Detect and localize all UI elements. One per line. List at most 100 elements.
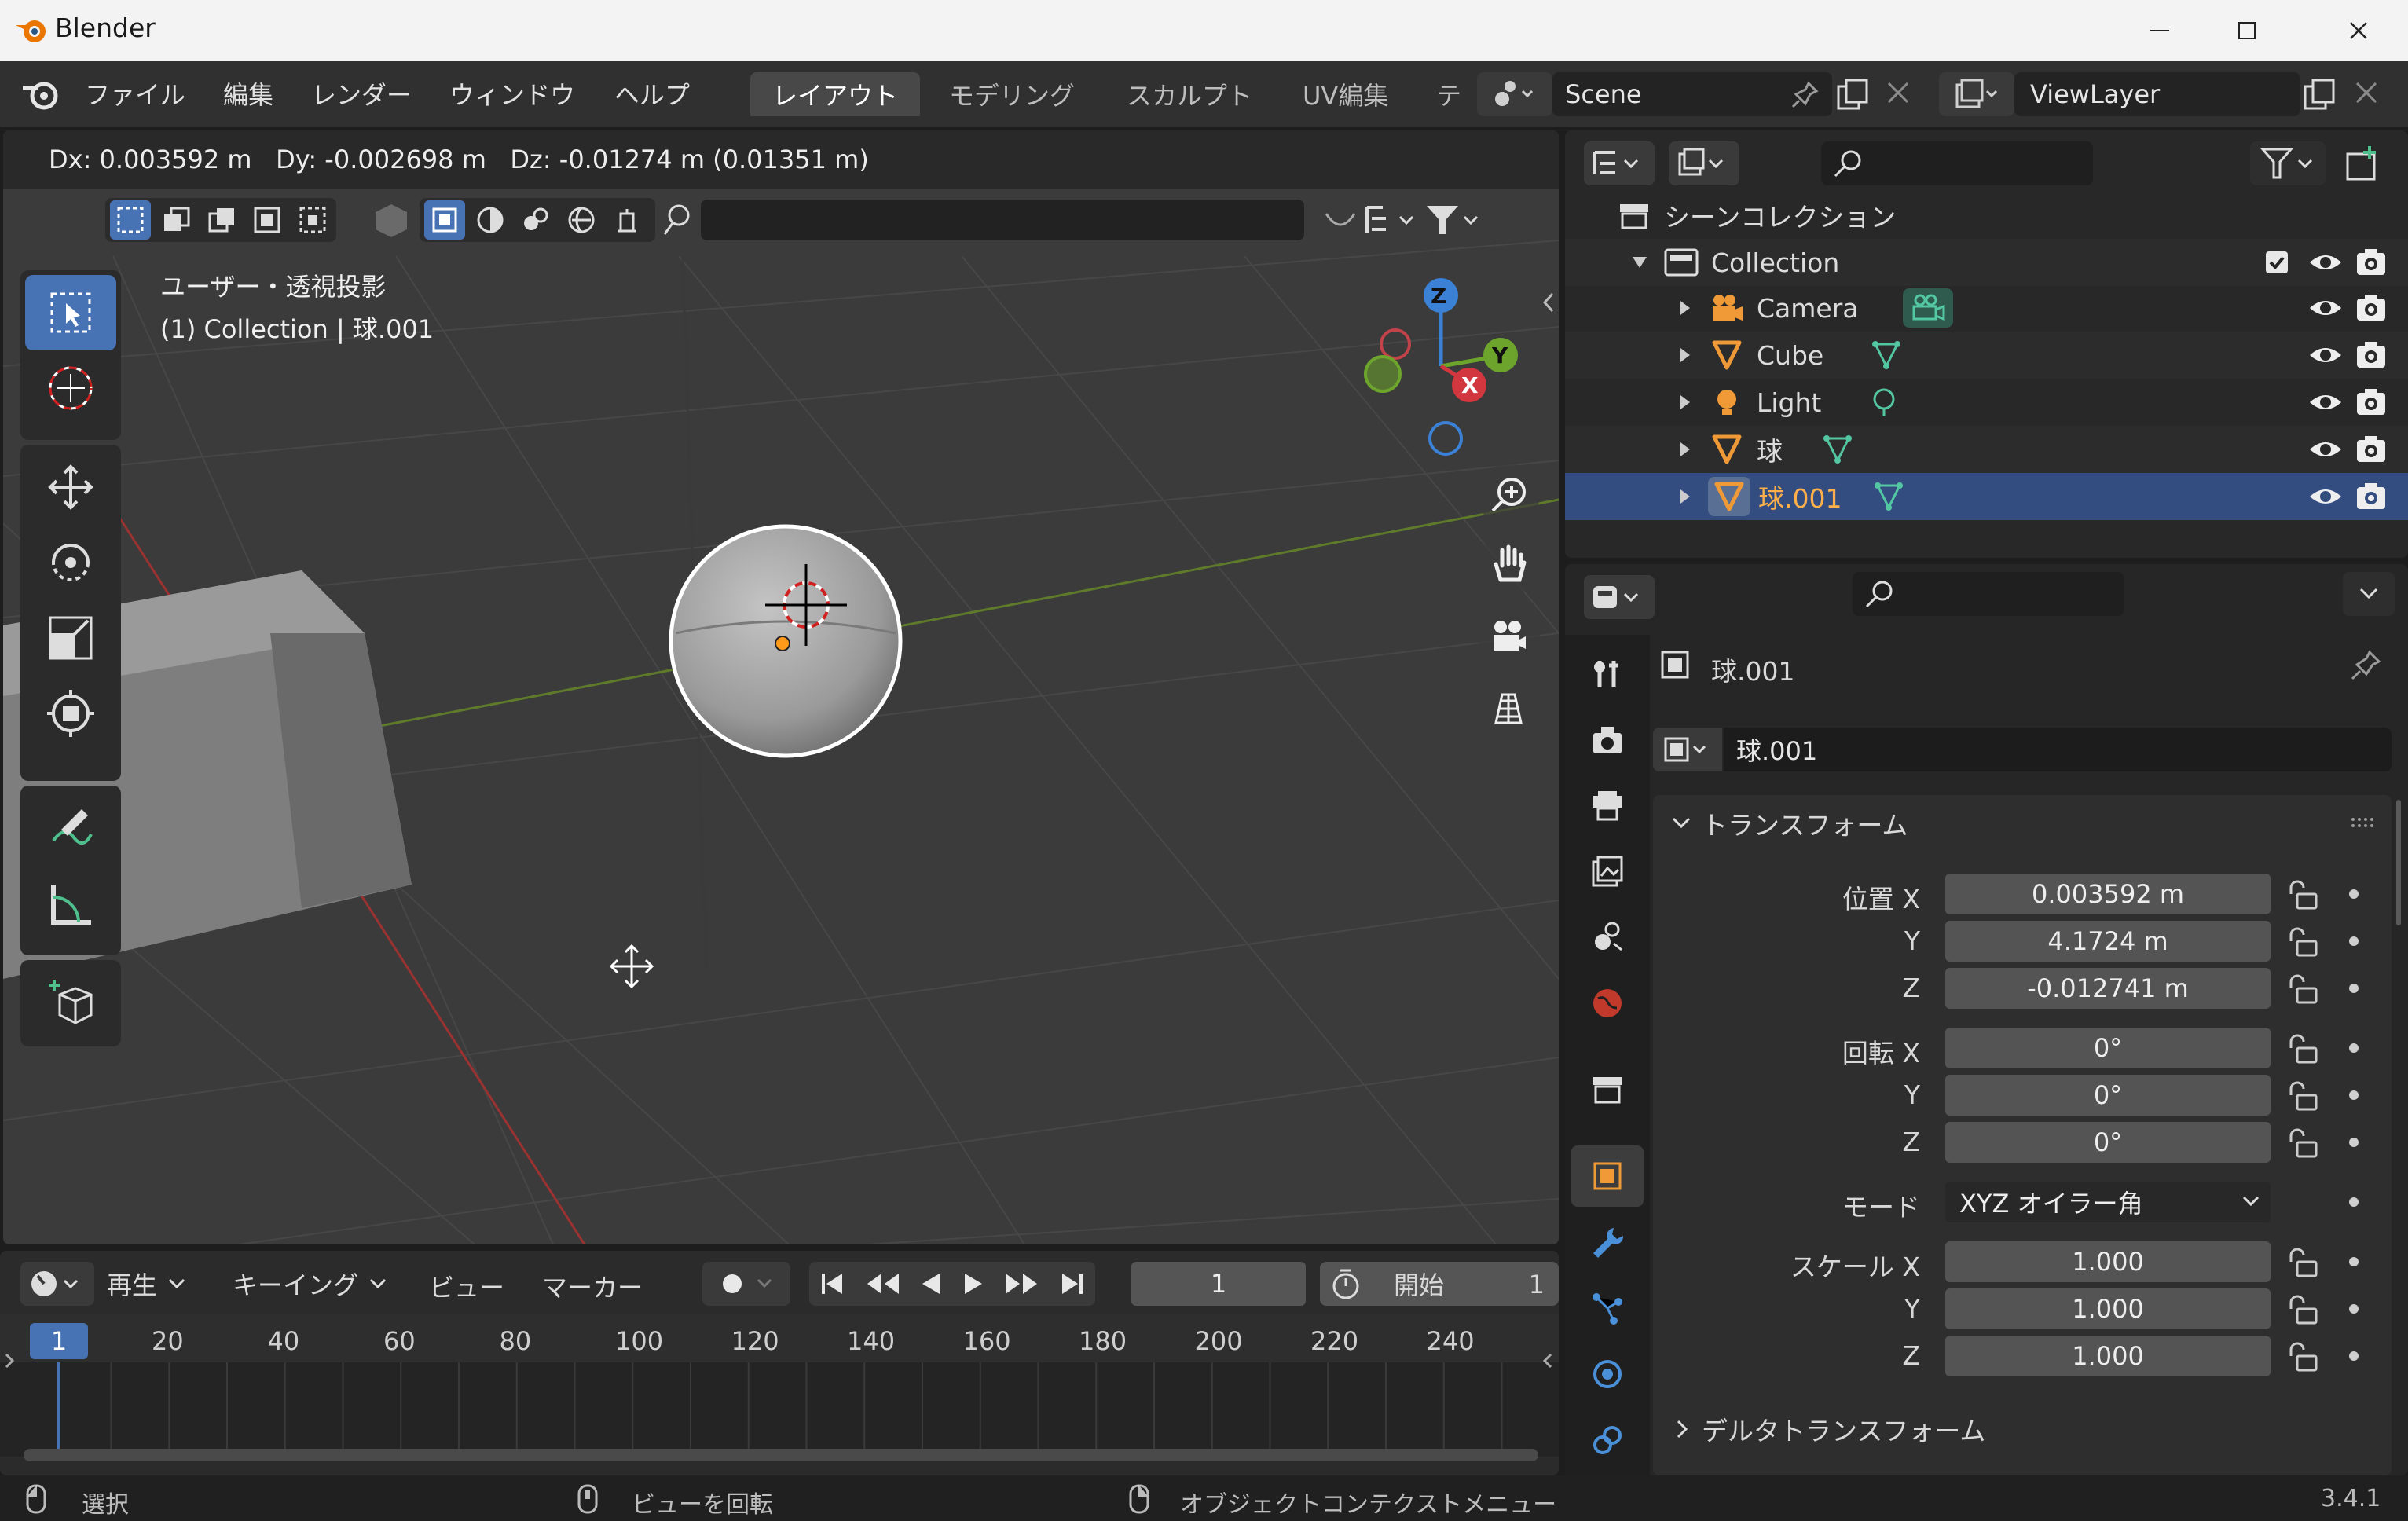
rotation-x-field[interactable]: 0° <box>1945 1028 2271 1068</box>
timeline-menu-playback[interactable]: 再生 <box>107 1262 217 1306</box>
add-cube-tool[interactable] <box>25 965 116 1040</box>
outliner-row-sphere-001[interactable]: 球.001 <box>1565 473 2408 520</box>
visibility-eye-icon[interactable] <box>2308 341 2343 369</box>
playhead-frame-badge[interactable]: 1 <box>30 1323 88 1359</box>
outliner-row-light[interactable]: Light <box>1565 379 2408 426</box>
camera-data-icon[interactable] <box>1902 288 1953 328</box>
tab-more[interactable]: テ <box>1414 72 1483 116</box>
timeline-menu-marker[interactable]: マーカー <box>542 1268 643 1304</box>
tab-modifiers[interactable] <box>1571 1211 1644 1273</box>
blender-menu-icon[interactable] <box>20 77 60 112</box>
tab-constraints[interactable] <box>1571 1409 1644 1471</box>
expand-right-icon[interactable] <box>1675 299 1695 317</box>
keyframe-dot[interactable] <box>2349 936 2359 946</box>
menu-render[interactable]: レンダー <box>311 75 412 112</box>
keyframe-dot[interactable] <box>2349 1257 2359 1266</box>
select-invert-icon[interactable] <box>247 200 288 240</box>
tab-sculpt[interactable]: スカルプト <box>1105 72 1274 116</box>
lock-icon[interactable] <box>2286 1128 2321 1158</box>
prev-keyframe-icon[interactable] <box>864 1270 900 1297</box>
menu-window[interactable]: ウィンドウ <box>449 75 575 112</box>
lock-icon[interactable] <box>2286 1295 2321 1325</box>
scale-z-field[interactable]: 1.000 <box>1945 1336 2271 1376</box>
select-subtract-icon[interactable] <box>201 200 242 240</box>
lock-icon[interactable] <box>2286 1034 2321 1064</box>
current-frame-field[interactable]: 1 <box>1131 1262 1306 1306</box>
gizmo-toggle-icon[interactable] <box>607 200 647 240</box>
visibility-eye-icon[interactable] <box>2308 294 2343 322</box>
properties-editor-type-button[interactable] <box>1584 575 1655 619</box>
render-camera-icon[interactable] <box>2355 247 2387 278</box>
3d-viewport[interactable]: Dx: 0.003592 m Dy: -0.002698 m Dz: -0.01… <box>3 130 1559 1244</box>
viewport-search-input[interactable] <box>701 200 1304 240</box>
frame-start-field[interactable]: 開始 1 <box>1320 1262 1559 1306</box>
expand-right-icon[interactable] <box>1675 488 1695 505</box>
viewlayer-browse-button[interactable] <box>1939 72 2014 116</box>
collapse-left-icon[interactable] <box>1541 1351 1554 1370</box>
location-y-field[interactable]: 4.1724 m <box>1945 921 2271 962</box>
scene-unlink-icon[interactable] <box>1886 80 1911 105</box>
tab-particles[interactable] <box>1571 1277 1644 1339</box>
transform-tool[interactable] <box>25 676 116 751</box>
mesh-data-icon[interactable] <box>1871 339 1902 371</box>
filter-icon[interactable] <box>1424 201 1483 239</box>
collapse-sidebar-icon[interactable] <box>1541 291 1557 314</box>
render-camera-icon[interactable] <box>2355 481 2387 512</box>
close-button[interactable] <box>2302 0 2408 61</box>
menu-help[interactable]: ヘルプ <box>614 75 690 112</box>
pan-button[interactable] <box>1477 533 1540 596</box>
exclude-checkbox-icon[interactable] <box>2264 250 2289 275</box>
render-camera-icon[interactable] <box>2355 434 2387 465</box>
keyframe-dot[interactable] <box>2349 1304 2359 1314</box>
tab-physics[interactable] <box>1571 1343 1644 1405</box>
scene-browse-button[interactable] <box>1477 72 1552 116</box>
play-icon[interactable] <box>962 1270 985 1297</box>
keyframe-dot[interactable] <box>2349 1197 2359 1207</box>
keyframe-dot[interactable] <box>2349 889 2359 899</box>
scale-tool[interactable] <box>25 600 116 676</box>
tab-layout[interactable]: レイアウト <box>750 72 921 116</box>
scale-x-field[interactable]: 1.000 <box>1945 1241 2271 1282</box>
auto-keying-button[interactable] <box>702 1262 790 1306</box>
outliner-row-scene-collection[interactable]: シーンコレクション <box>1565 192 2408 239</box>
shading-wireframe-icon[interactable] <box>424 200 465 240</box>
rotate-tool[interactable] <box>25 525 116 600</box>
render-camera-icon[interactable] <box>2355 292 2387 324</box>
camera-view-button[interactable] <box>1477 605 1540 668</box>
scale-y-field[interactable]: 1.000 <box>1945 1288 2271 1329</box>
lock-icon[interactable] <box>2286 1342 2321 1372</box>
mesh-data-icon[interactable] <box>1873 481 1904 512</box>
lock-icon[interactable] <box>2286 927 2321 957</box>
zoom-button[interactable] <box>1477 464 1540 526</box>
viewlayer-unlink-icon[interactable] <box>2354 80 2379 105</box>
tab-world[interactable] <box>1571 973 1644 1034</box>
keyframe-dot[interactable] <box>2349 1043 2359 1053</box>
proportional-edit-icon[interactable] <box>1321 201 1359 239</box>
render-camera-icon[interactable] <box>2355 339 2387 371</box>
timeline-track-area[interactable] <box>0 1362 1559 1457</box>
keyframe-dot[interactable] <box>2349 1351 2359 1361</box>
outliner-row-camera[interactable]: Camera <box>1565 284 2408 332</box>
keyframe-dot[interactable] <box>2349 984 2359 993</box>
location-x-field[interactable]: 0.003592 m <box>1945 874 2271 914</box>
move-tool[interactable] <box>25 449 116 525</box>
pin-icon[interactable] <box>1791 80 1820 108</box>
maximize-button[interactable] <box>2190 0 2304 61</box>
play-reverse-icon[interactable] <box>919 1270 943 1297</box>
menu-file[interactable]: ファイル <box>85 75 185 112</box>
next-keyframe-icon[interactable] <box>1004 1270 1040 1297</box>
tab-render[interactable] <box>1571 710 1644 771</box>
outliner-filter-tree-icon[interactable] <box>1362 201 1419 239</box>
timeline-scrollbar[interactable] <box>24 1449 1538 1461</box>
lock-icon[interactable] <box>2286 1248 2321 1277</box>
object-browse-button[interactable] <box>1653 728 1722 771</box>
outliner-filter-button[interactable] <box>2250 141 2326 185</box>
annotate-tool[interactable] <box>25 790 116 866</box>
visibility-eye-icon[interactable] <box>2308 435 2343 464</box>
cursor-tool[interactable] <box>25 350 116 426</box>
shading-rendered-icon[interactable] <box>561 200 602 240</box>
object-name-field[interactable]: 球.001 <box>1724 728 2392 771</box>
expand-right-icon[interactable] <box>1675 346 1695 364</box>
select-intersect-icon[interactable] <box>292 200 333 240</box>
transform-panel-header[interactable]: トランスフォーム <box>1653 795 2392 852</box>
